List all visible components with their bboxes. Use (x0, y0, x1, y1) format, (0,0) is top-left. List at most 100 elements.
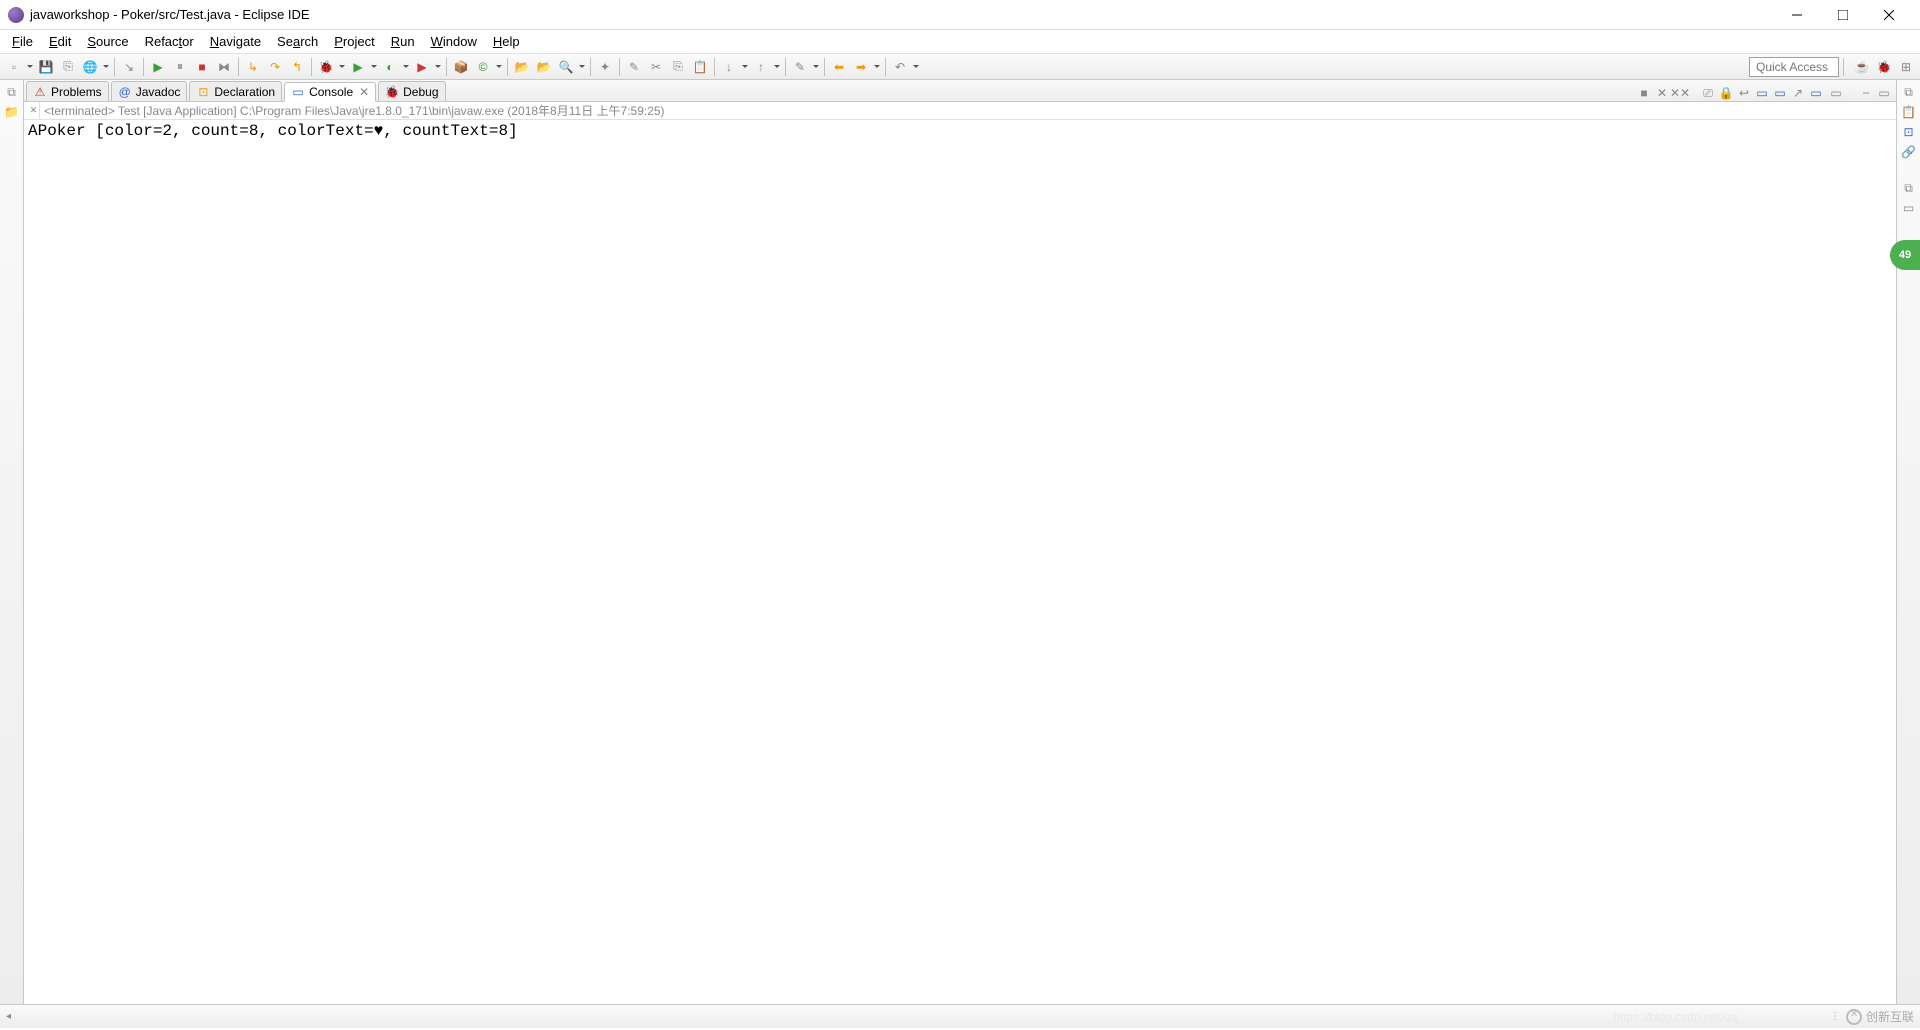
separator (114, 58, 115, 76)
scroll-lock-button[interactable]: 🔒 (1718, 85, 1734, 101)
remove-all-button[interactable]: ✕✕ (1672, 85, 1688, 101)
skip-breakpoints-button[interactable]: ↘ (119, 57, 139, 77)
globe-button[interactable]: 🌐 (80, 57, 100, 77)
separator (143, 58, 144, 76)
separator (590, 58, 591, 76)
resume-button[interactable]: ▶ (148, 57, 168, 77)
menu-file[interactable]: File (4, 32, 41, 51)
nav-back-button[interactable]: ↶ (890, 57, 910, 77)
debug-button[interactable]: 🐞 (316, 57, 336, 77)
new-button[interactable]: ▫ (4, 57, 24, 77)
disconnect-button[interactable]: ⧓ (214, 57, 234, 77)
outline-icon[interactable]: ⊡ (1901, 124, 1917, 140)
menu-run[interactable]: Run (383, 32, 423, 51)
open-task-button[interactable]: 📂 (534, 57, 554, 77)
next-annotation-dropdown[interactable] (741, 57, 749, 77)
coverage-button[interactable]: ◐ (380, 57, 400, 77)
console-output[interactable]: APoker [color=2, count=8, colorText=♥, c… (24, 120, 1896, 1004)
paste-button[interactable]: 📋 (690, 57, 710, 77)
scroll-left-indicator: ◂ (6, 1011, 11, 1022)
remove-launch-button[interactable]: ✕ (1654, 85, 1670, 101)
menu-window[interactable]: Window (423, 32, 485, 51)
open-perspective-button[interactable]: ⊞ (1896, 57, 1916, 77)
search-button[interactable]: 🔍 (556, 57, 576, 77)
cut-button[interactable]: ✂ (646, 57, 666, 77)
copy-button[interactable]: ⎘ (668, 57, 688, 77)
quick-access-input[interactable] (1749, 57, 1839, 77)
run-last-button[interactable]: ▶ (412, 57, 432, 77)
terminate-console-button[interactable]: ■ (1636, 85, 1652, 101)
coverage-dropdown[interactable] (402, 57, 410, 77)
notification-badge[interactable]: 49 (1890, 240, 1920, 270)
nav-back-dropdown[interactable] (912, 57, 920, 77)
next-annotation-button[interactable]: ↓ (719, 57, 739, 77)
outline-link-icon[interactable]: 🔗 (1901, 144, 1917, 160)
pin-console-button[interactable]: ▭ (1772, 85, 1788, 101)
new-console-button[interactable]: ▭ (1828, 85, 1844, 101)
forward-button[interactable]: ➡ (851, 57, 871, 77)
task-list-icon[interactable]: 📋 (1901, 104, 1917, 120)
package-explorer-icon[interactable]: 📁 (4, 104, 20, 120)
separator (824, 58, 825, 76)
maximize-button[interactable] (1820, 0, 1866, 30)
menu-help[interactable]: Help (485, 32, 528, 51)
step-return-button[interactable]: ↰ (287, 57, 307, 77)
back-button[interactable]: ⬅ (829, 57, 849, 77)
save-button[interactable]: 💾 (36, 57, 56, 77)
minimize-button[interactable] (1774, 0, 1820, 30)
new-class-button[interactable]: © (473, 57, 493, 77)
globe-dropdown[interactable] (102, 57, 110, 77)
step-over-button[interactable]: ↷ (265, 57, 285, 77)
suspend-button[interactable]: ⏸ (170, 57, 190, 77)
search-dropdown[interactable] (578, 57, 586, 77)
separator (238, 58, 239, 76)
menu-project[interactable]: Project (326, 32, 382, 51)
tab-declaration[interactable]: ⊡ Declaration (189, 81, 282, 101)
left-trim: ⧉ 📁 (0, 80, 24, 1004)
save-all-button[interactable]: ⎘ (58, 57, 78, 77)
close-tab-icon[interactable]: ✕ (359, 87, 369, 97)
new-class-dropdown[interactable] (495, 57, 503, 77)
perspective-debug-button[interactable]: 🐞 (1874, 57, 1894, 77)
debug-dropdown[interactable] (338, 57, 346, 77)
perspective-java-button[interactable]: ☕ (1852, 57, 1872, 77)
open-console-button[interactable]: ▭ (1808, 85, 1824, 101)
open-type-button[interactable]: 📂 (512, 57, 532, 77)
restore-icon[interactable]: ⧉ (4, 84, 20, 100)
new-package-button[interactable]: 📦 (451, 57, 471, 77)
new-dropdown[interactable] (26, 57, 34, 77)
restore-right-icon[interactable]: ⧉ (1901, 84, 1917, 100)
run-last-dropdown[interactable] (434, 57, 442, 77)
tab-debug[interactable]: 🐞 Debug (378, 81, 445, 101)
tab-javadoc[interactable]: @ Javadoc (111, 81, 188, 101)
window-controls (1774, 0, 1912, 30)
step-into-button[interactable]: ↳ (243, 57, 263, 77)
maximize-view-button[interactable]: ▭ (1876, 85, 1892, 101)
edit-button[interactable]: ✎ (624, 57, 644, 77)
menu-search[interactable]: Search (269, 32, 326, 51)
menu-navigate[interactable]: Navigate (202, 32, 269, 51)
tab-problems[interactable]: ⚠ Problems (26, 81, 109, 101)
display-selected-button[interactable]: ↗ (1790, 85, 1806, 101)
menu-edit[interactable]: Edit (41, 32, 79, 51)
menu-refactor[interactable]: Refactor (137, 32, 202, 51)
terminate-button[interactable]: ■ (192, 57, 212, 77)
word-wrap-button[interactable]: ↩ (1736, 85, 1752, 101)
grip-dots: ⋮ (1830, 1012, 1840, 1022)
show-console-button[interactable]: ▭ (1754, 85, 1770, 101)
minimize-view-button[interactable]: − (1858, 85, 1874, 101)
run-button[interactable]: ▶ (348, 57, 368, 77)
clear-console-button[interactable]: ⎚ (1700, 85, 1716, 101)
close-button[interactable] (1866, 0, 1912, 30)
menu-source[interactable]: Source (79, 32, 136, 51)
run-dropdown[interactable] (370, 57, 378, 77)
prev-annotation-button[interactable]: ↑ (751, 57, 771, 77)
last-edit-dropdown[interactable] (812, 57, 820, 77)
prev-annotation-dropdown[interactable] (773, 57, 781, 77)
last-edit-button[interactable]: ✎ (790, 57, 810, 77)
restore-bottom-icon[interactable]: ⧉ (1901, 180, 1917, 196)
toggle-mark-button[interactable]: ✦ (595, 57, 615, 77)
minimize-trim-icon[interactable]: ▭ (1901, 200, 1917, 216)
forward-dropdown[interactable] (873, 57, 881, 77)
tab-console[interactable]: ▭ Console ✕ (284, 82, 376, 102)
